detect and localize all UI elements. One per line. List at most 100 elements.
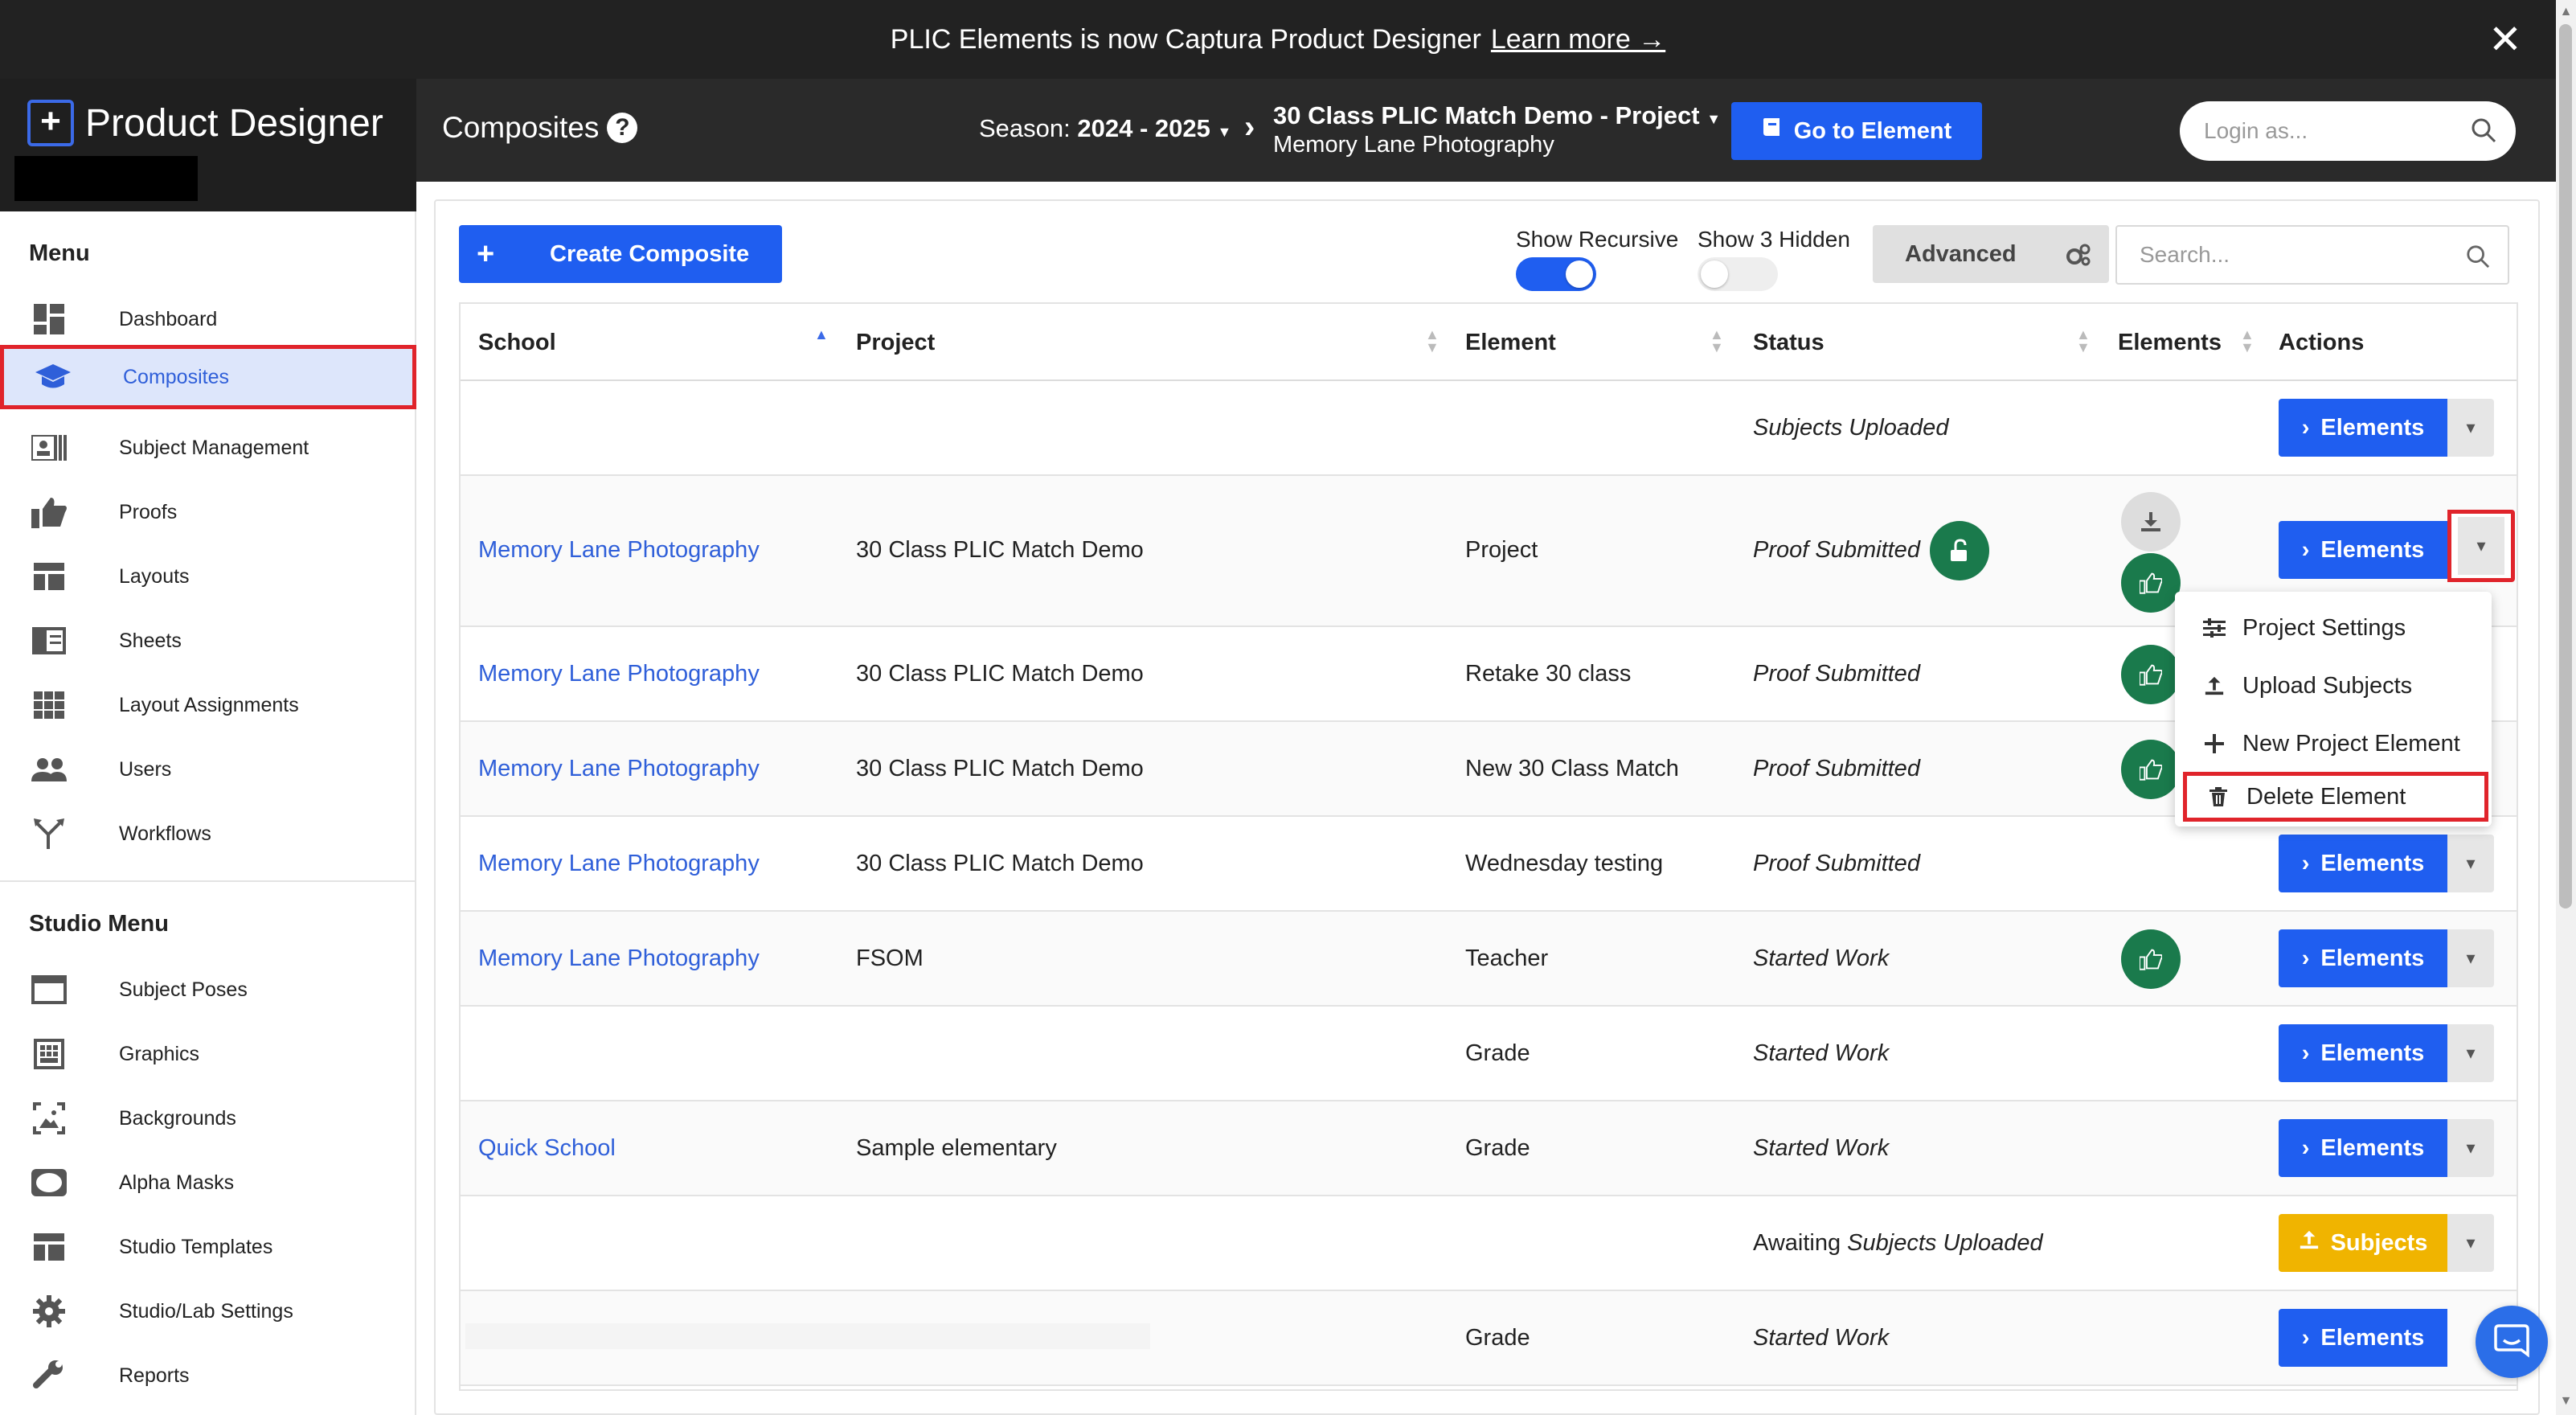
menu-item-new-project-element[interactable]: New Project Element bbox=[2175, 716, 2492, 772]
login-as-input[interactable]: Login as... bbox=[2180, 101, 2516, 161]
sidebar-item-label: Dashboard bbox=[119, 307, 218, 330]
sidebar-item-backgrounds[interactable]: Backgrounds bbox=[0, 1086, 416, 1150]
sidebar-item-graphics[interactable]: Graphics bbox=[0, 1022, 416, 1086]
search-input[interactable]: Search... bbox=[2115, 225, 2509, 285]
sort-icon[interactable]: ▲ ▼ bbox=[2076, 327, 2091, 355]
thumbs-up-icon[interactable] bbox=[2121, 929, 2181, 989]
sidebar-divider bbox=[0, 880, 416, 882]
element-cell: Grade bbox=[1465, 1325, 1530, 1351]
menu-item-project-settings[interactable]: Project Settings bbox=[2175, 600, 2492, 656]
learn-more-link[interactable]: Learn more → bbox=[1491, 24, 1665, 55]
elements-button[interactable]: › Elements bbox=[2279, 399, 2447, 457]
element-cell: Wednesday testing bbox=[1465, 851, 1664, 876]
search-icon[interactable] bbox=[2466, 244, 2490, 274]
row-actions-dropdown[interactable]: ▾ bbox=[2447, 1024, 2494, 1082]
scroll-up-icon[interactable]: ▲ bbox=[2556, 5, 2576, 21]
show-hidden-toggle[interactable] bbox=[1698, 257, 1778, 291]
sidebar-item-workflows[interactable]: Workflows bbox=[0, 802, 416, 866]
season-selector[interactable]: Season: 2024 - 2025 ▼ bbox=[979, 114, 1231, 143]
elements-button[interactable]: › Elements bbox=[2279, 521, 2447, 579]
chevron-right-icon: › bbox=[2301, 536, 2310, 563]
subjects-button[interactable]: Subjects bbox=[2279, 1214, 2447, 1272]
row-actions-dropdown[interactable]: ▾ bbox=[2447, 929, 2494, 987]
page-scrollbar[interactable]: ▲ ▼ bbox=[2556, 0, 2576, 1415]
sidebar-item-alpha-masks[interactable]: Alpha Masks bbox=[0, 1150, 416, 1215]
sidebar-item-layout-assignments[interactable]: Layout Assignments bbox=[0, 673, 416, 737]
element-cell: New 30 Class Match bbox=[1465, 756, 1679, 781]
element-cell: Grade bbox=[1465, 1135, 1530, 1161]
sidebar-item-dashboard[interactable]: Dashboard bbox=[0, 287, 416, 351]
go-to-element-button[interactable]: Go to Element bbox=[1731, 102, 1982, 160]
school-link[interactable]: Memory Lane Photography bbox=[478, 756, 760, 782]
column-header-project[interactable]: Project bbox=[856, 330, 935, 356]
sidebar-item-proofs[interactable]: Proofs bbox=[0, 480, 416, 544]
sidebar-item-subject-poses[interactable]: Subject Poses bbox=[0, 958, 416, 1022]
chat-support-button[interactable] bbox=[2476, 1306, 2548, 1378]
upload-icon bbox=[2202, 674, 2226, 698]
school-link[interactable]: Memory Lane Photography bbox=[478, 945, 760, 972]
menu-item-upload-subjects[interactable]: Upload Subjects bbox=[2175, 658, 2492, 714]
row-actions-dropdown[interactable]: ▾ bbox=[2447, 399, 2494, 457]
season-label: Season: bbox=[979, 114, 1071, 142]
download-icon[interactable] bbox=[2121, 492, 2181, 552]
search-icon[interactable] bbox=[2471, 117, 2496, 149]
redacted-cell bbox=[465, 1323, 1150, 1349]
elements-button[interactable]: › Elements bbox=[2279, 835, 2447, 892]
row-actions-dropdown[interactable]: ▾ bbox=[2447, 835, 2494, 892]
elements-button[interactable]: › Elements bbox=[2279, 1024, 2447, 1082]
help-icon[interactable]: ? bbox=[607, 113, 638, 143]
show-recursive-toggle[interactable] bbox=[1516, 257, 1596, 291]
school-link[interactable]: Memory Lane Photography bbox=[478, 661, 760, 687]
project-cell: 30 Class PLIC Match Demo bbox=[856, 661, 1144, 687]
project-selector[interactable]: 30 Class PLIC Match Demo - Project ▼ bbox=[1273, 101, 1721, 130]
row-actions-dropdown[interactable]: ▾ bbox=[2447, 1214, 2494, 1272]
sidebar-item-layouts[interactable]: Layouts bbox=[0, 544, 416, 609]
scroll-down-icon[interactable]: ▼ bbox=[2556, 1394, 2576, 1410]
elements-button[interactable]: › Elements bbox=[2279, 1119, 2447, 1177]
advanced-button[interactable]: Advanced bbox=[1873, 225, 2109, 283]
sidebar-item-label: Alpha Masks bbox=[119, 1171, 235, 1194]
sidebar-item-subject-management[interactable]: Subject Management bbox=[0, 416, 416, 480]
project-cell: 30 Class PLIC Match Demo bbox=[856, 851, 1144, 876]
sidebar-item-studio-lab-settings[interactable]: Studio/Lab Settings bbox=[0, 1279, 416, 1343]
toggle-knob bbox=[1566, 260, 1593, 288]
sidebar-item-studio-templates[interactable]: Studio Templates bbox=[0, 1215, 416, 1279]
sort-icon[interactable]: ▲ ▼ bbox=[2240, 327, 2255, 355]
status-cell: Awaiting Subjects Uploaded bbox=[1753, 1230, 2043, 1257]
sidebar-item-sheets[interactable]: Sheets bbox=[0, 609, 416, 673]
school-link[interactable]: Quick School bbox=[478, 1135, 616, 1162]
thumbs-up-icon[interactable] bbox=[2121, 645, 2181, 704]
column-header-elements[interactable]: Elements bbox=[2118, 330, 2222, 356]
row-actions-dropdown-open[interactable]: ▾ bbox=[2447, 510, 2515, 582]
thumbs-up-icon[interactable] bbox=[2121, 740, 2181, 799]
elements-button[interactable]: › Elements bbox=[2279, 929, 2447, 987]
status-cell: Started Work bbox=[1753, 1325, 1890, 1351]
sidebar-item-reports[interactable]: Reports bbox=[0, 1343, 416, 1408]
menu-item-label: Upload Subjects bbox=[2242, 672, 2413, 699]
caret-down-icon: ▾ bbox=[2466, 417, 2476, 437]
create-composite-button[interactable]: + Create Composite bbox=[459, 225, 782, 283]
school-link[interactable]: Memory Lane Photography bbox=[478, 851, 760, 877]
sort-icon[interactable]: ▲ ▼ bbox=[1710, 327, 1724, 355]
status-cell: Proof Submitted bbox=[1753, 661, 1920, 687]
thumbs-up-icon[interactable] bbox=[2121, 553, 2181, 613]
unlock-icon[interactable] bbox=[1930, 521, 1989, 580]
banner-close-icon[interactable]: ✕ bbox=[2482, 16, 2529, 63]
school-link[interactable]: Memory Lane Photography bbox=[478, 537, 760, 564]
sort-icon[interactable]: ▲ ▼ bbox=[1425, 327, 1440, 355]
scrollbar-thumb[interactable] bbox=[2559, 24, 2572, 908]
column-header-element[interactable]: Element bbox=[1465, 330, 1556, 356]
page-title-text: Composites bbox=[442, 111, 600, 144]
sidebar-item-composites[interactable]: Composites bbox=[0, 345, 416, 409]
row-actions-dropdown[interactable]: ▾ bbox=[2447, 1119, 2494, 1177]
column-header-school[interactable]: School bbox=[478, 330, 556, 356]
plus-icon bbox=[2202, 732, 2226, 756]
column-header-status[interactable]: Status bbox=[1753, 330, 1824, 356]
sidebar-item-label: Proofs bbox=[119, 500, 178, 523]
create-composite-label: Create Composite bbox=[550, 240, 750, 267]
menu-item-delete-element[interactable]: Delete Element bbox=[2183, 772, 2488, 822]
table-row: Subjects Uploaded › Elements ▾ bbox=[461, 381, 2517, 476]
sort-asc-icon[interactable]: ▲ bbox=[814, 327, 829, 342]
elements-button[interactable]: › Elements bbox=[2279, 1309, 2447, 1367]
sidebar-item-users[interactable]: Users bbox=[0, 737, 416, 802]
